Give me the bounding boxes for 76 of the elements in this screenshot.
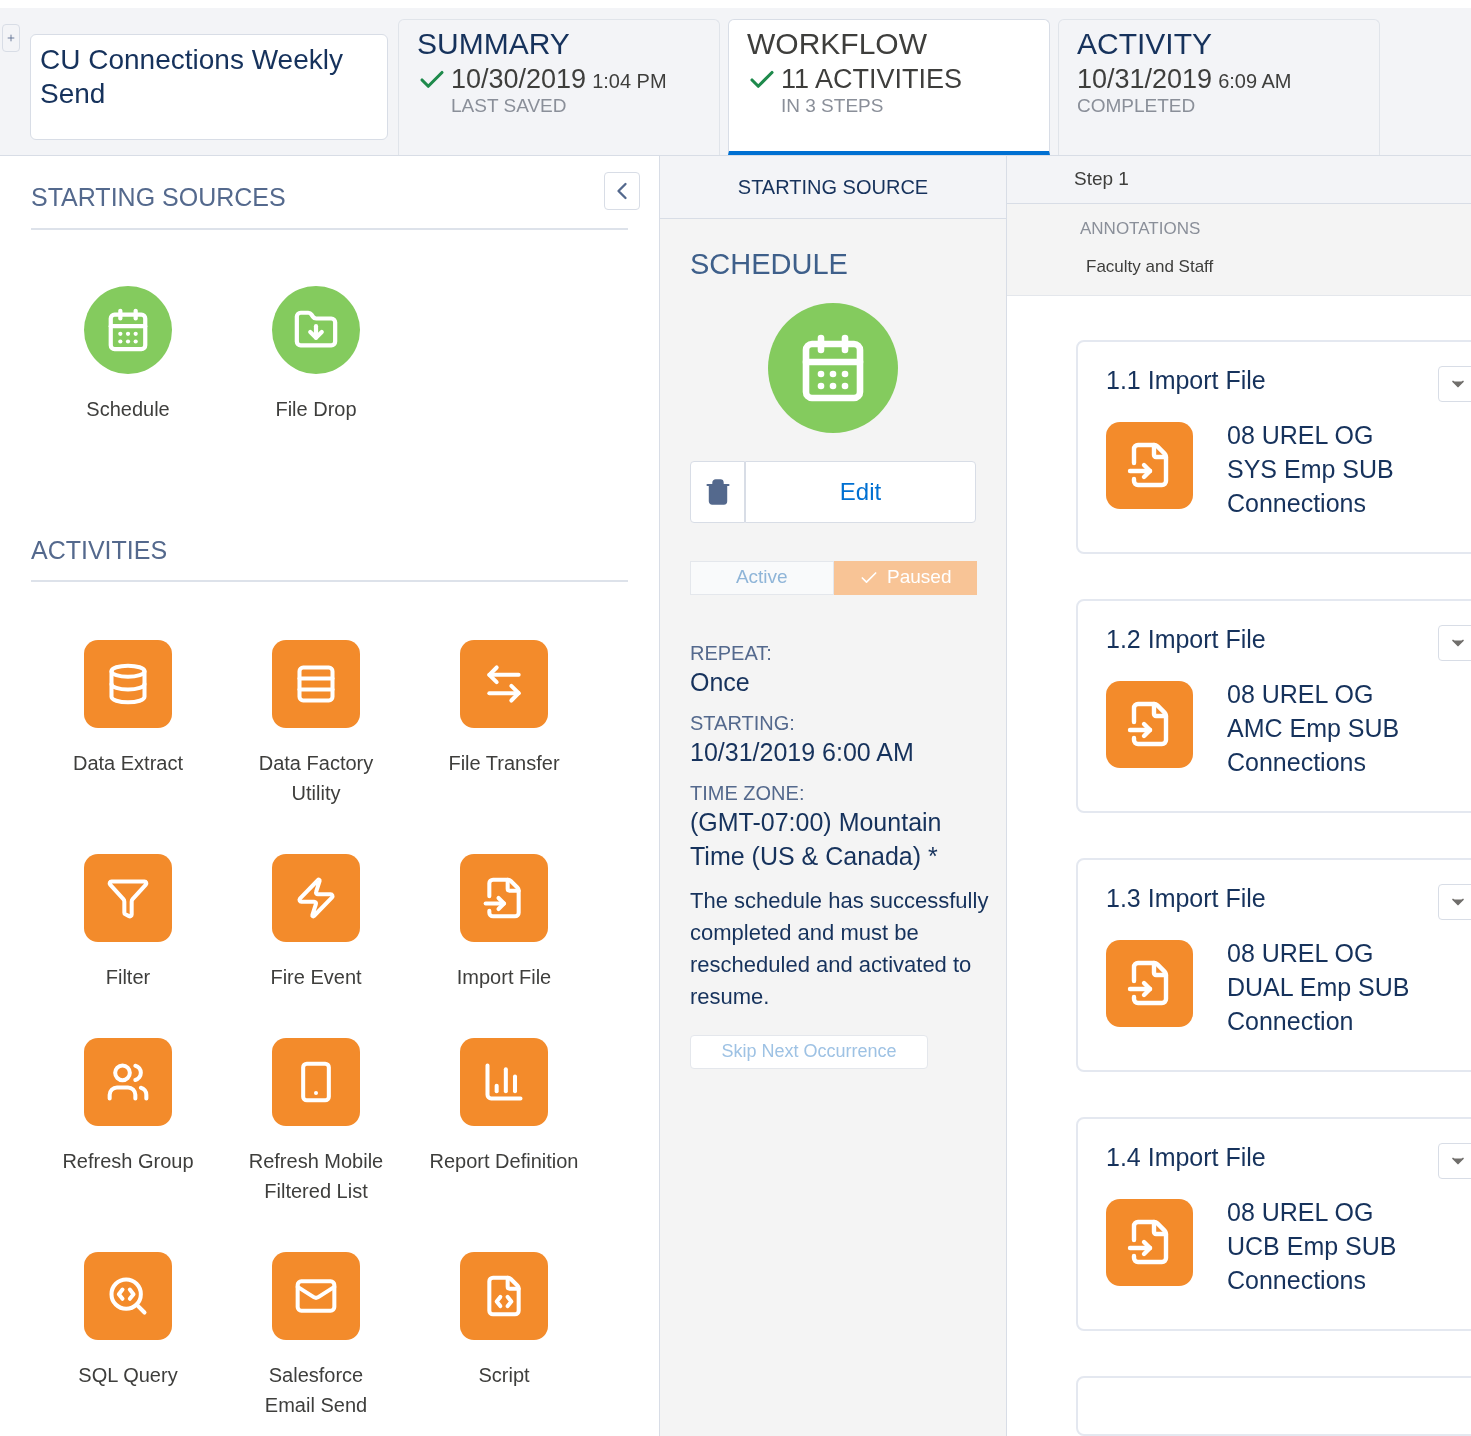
title-field[interactable]: CU Connections Weekly Send	[30, 34, 388, 140]
file-import-icon	[1106, 939, 1193, 1027]
rows-icon[interactable]	[272, 640, 360, 728]
card-title: 1.4 Import File	[1106, 1143, 1266, 1171]
collapse-button[interactable]	[604, 172, 640, 210]
code-file-icon[interactable]	[460, 1252, 548, 1340]
field-value: (GMT-07:00) Mountain Time (US & Canada) *	[690, 806, 943, 872]
activity-label: SQL Query	[77, 1363, 179, 1388]
activity-card[interactable]: 1.3 Import File 08 UREL OG DUAL Emp SUB Connection	[1076, 858, 1471, 1072]
tab-value: 10/30/2019	[451, 63, 587, 96]
add-icon[interactable]	[2, 24, 20, 52]
card-title: 1.1 Import File	[1106, 366, 1266, 394]
tab-time: 6:09 AM	[1218, 69, 1292, 94]
activity-label: File Transfer	[447, 751, 561, 776]
card-title: 1.2 Import File	[1106, 625, 1266, 653]
dropdown-button[interactable]	[1438, 625, 1471, 661]
people-icon[interactable]	[84, 1038, 172, 1126]
tab-caption: LAST SAVED	[451, 96, 568, 116]
activity-name: 08 UREL OG AMC Emp SUB Connections	[1227, 678, 1401, 778]
tab[interactable]: ACTIVITY 10/31/2019 6:09 AM COMPLETED	[1058, 19, 1380, 155]
search-database-icon[interactable]	[84, 1252, 172, 1340]
tab[interactable]: SUMMARY 10/30/2019 1:04 PM LAST SAVED	[398, 19, 720, 155]
activity-label: Script	[477, 1363, 531, 1388]
annotations-text: Faculty and Staff	[1086, 255, 1215, 278]
annotations-label: ANNOTATIONS	[1080, 218, 1202, 241]
activity-label: Fire Event	[269, 965, 363, 990]
activity-card[interactable]: 1.2 Import File 08 UREL OG AMC Emp SUB Connections	[1076, 599, 1471, 813]
edit-button[interactable]: Edit	[745, 460, 976, 523]
arrows-icon[interactable]	[460, 640, 548, 728]
tab-time: 1:04 PM	[592, 69, 667, 94]
tab-caption: COMPLETED	[1077, 96, 1197, 116]
tab-value: 11 ACTIVITIES	[781, 63, 963, 96]
tab[interactable]: WORKFLOW 11 ACTIVITIES IN 3 STEPS	[728, 19, 1050, 155]
database-icon[interactable]	[84, 640, 172, 728]
field-label: STARTING:	[690, 710, 796, 735]
file-import-icon	[1106, 680, 1193, 768]
step-header: Step 1	[1074, 167, 1129, 192]
activity-label: Import File	[455, 965, 553, 990]
funnel-icon[interactable]	[84, 854, 172, 942]
lightning-icon[interactable]	[272, 854, 360, 942]
section-heading: STARTING SOURCES	[31, 182, 286, 214]
delete-button[interactable]	[690, 460, 745, 523]
field-label: TIME ZONE:	[690, 780, 806, 805]
activity-label: Data Factory Utility	[257, 751, 375, 806]
source-label: File Drop	[275, 397, 357, 422]
activity-label: Refresh Group	[61, 1149, 195, 1174]
activity-name: 08 UREL OG DUAL Emp SUB Connection	[1227, 937, 1411, 1037]
tab-caption: IN 3 STEPS	[781, 96, 885, 116]
source-label: Schedule	[86, 397, 170, 422]
column-header: STARTING SOURCE	[737, 175, 929, 200]
source-title: SCHEDULE	[690, 247, 849, 282]
field-value: Once	[690, 666, 751, 698]
card-title: 1.3 Import File	[1106, 884, 1266, 912]
envelope-icon[interactable]	[272, 1252, 360, 1340]
activity-name: 08 UREL OG SYS Emp SUB Connections	[1227, 419, 1395, 519]
dropdown-button[interactable]	[1438, 1143, 1471, 1179]
dropdown-button[interactable]	[1438, 884, 1471, 920]
field-value: 10/31/2019 6:00 AM	[690, 736, 915, 768]
activity-label: Data Extract	[71, 751, 184, 776]
activity-name: 08 UREL OG UCB Emp SUB Connections	[1227, 1196, 1398, 1296]
section-heading: ACTIVITIES	[31, 535, 168, 567]
dropdown-button[interactable]	[1438, 366, 1471, 402]
activity-label: Filter	[104, 965, 152, 990]
activity-card[interactable]: 1.4 Import File 08 UREL OG UCB Emp SUB Connections	[1076, 1117, 1471, 1331]
activity-label: Refresh Mobile Filtered List	[247, 1149, 385, 1204]
file-import-icon	[1106, 421, 1193, 509]
activity-label: Salesforce Email Send	[263, 1363, 369, 1418]
field-label: REPEAT:	[690, 640, 773, 665]
file-import-icon[interactable]	[460, 854, 548, 942]
activity-card[interactable]: 1.1 Import File 08 UREL OG SYS Emp SUB Connections	[1076, 340, 1471, 554]
activity-label: Report Definition	[429, 1149, 579, 1174]
phone-icon[interactable]	[272, 1038, 360, 1126]
bar-chart-icon[interactable]	[460, 1038, 548, 1126]
tab-value: 10/31/2019	[1077, 63, 1213, 96]
status-message: The schedule has successfully completed and must be rescheduled and activated to resume.	[690, 886, 990, 1011]
file-import-icon	[1106, 1198, 1193, 1286]
